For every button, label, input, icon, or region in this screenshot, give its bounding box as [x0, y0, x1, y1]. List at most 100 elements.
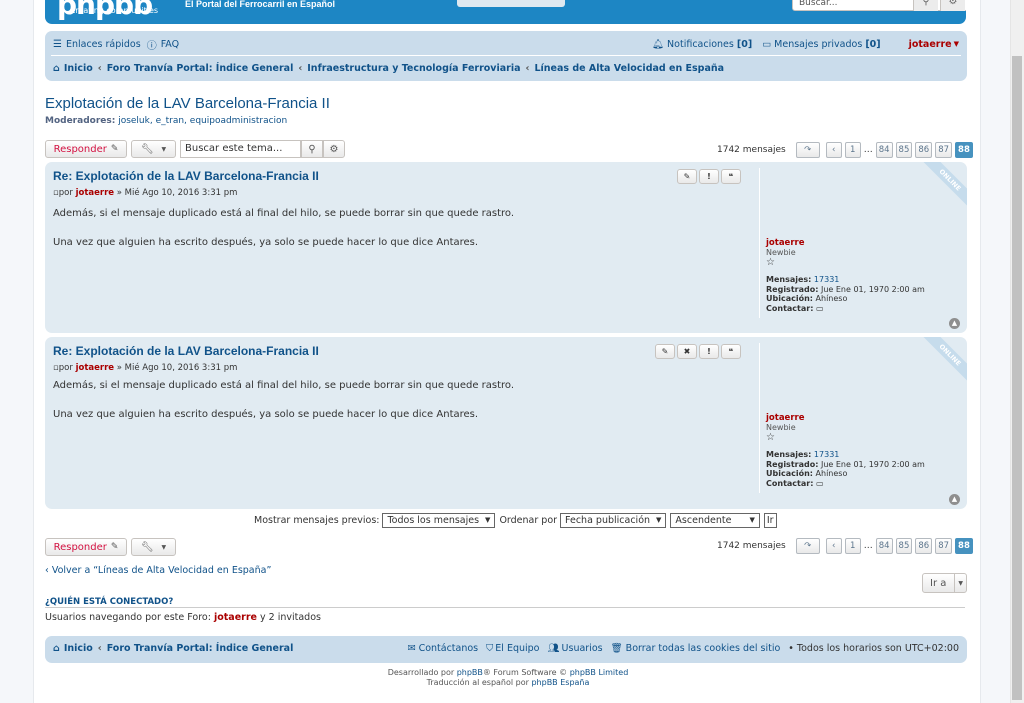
page-link[interactable]: 87 — [935, 142, 953, 158]
crumb-home[interactable]: Inicio — [64, 63, 93, 74]
reply-button[interactable]: Responder ✎ — [45, 140, 127, 158]
online-user[interactable]: jotaerre — [214, 612, 257, 623]
delete-cookies-link[interactable]: 🗑︎ Borrar todas las cookies del sitio — [611, 643, 781, 654]
prev-page-button[interactable]: ‹ — [825, 142, 842, 158]
chevron-left-icon: ‹ — [45, 565, 49, 576]
page-link[interactable]: 87 — [935, 538, 953, 554]
who-is-online-title[interactable]: ¿QUIÉN ESTÁ CONECTADO? — [45, 597, 173, 607]
search-icon[interactable]: ⚲ — [301, 140, 323, 158]
footer-index[interactable]: Foro Tranvía Portal: Índice General — [107, 643, 294, 654]
private-messages-link[interactable]: ▭ Mensajes privados [0] — [762, 39, 880, 50]
page-wrap: phpbb creating communities El Portal del… — [33, 0, 981, 703]
scrollbar-thumb[interactable] — [1012, 56, 1022, 700]
post-author[interactable]: jotaerre — [76, 363, 114, 373]
profile-rank: Newbie — [766, 423, 796, 432]
profile-name[interactable]: jotaerre — [766, 238, 804, 248]
edit-icon[interactable]: ✎ — [655, 344, 675, 359]
topic-tools-button[interactable]: 🔧︎ ▼ — [131, 140, 176, 158]
post-meta: ▫por jotaerre » Mié Ago 10, 2016 3:31 pm — [53, 363, 237, 373]
jump-to-page-icon[interactable]: ↷ — [795, 142, 820, 158]
gear-icon[interactable]: ⚙ — [323, 140, 345, 158]
moderators-list[interactable]: joseluk, e_tran, equipoadministracion — [118, 116, 287, 126]
post-title[interactable]: Re: Explotación de la LAV Barcelona-Fran… — [53, 169, 319, 183]
search-icon[interactable]: ⚲ — [913, 0, 938, 11]
page-link[interactable]: 86 — [915, 538, 933, 554]
jump-to-dropdown[interactable]: Ir a ▼ — [922, 573, 967, 593]
site-search[interactable]: Buscar... ⚲ ⚙ — [792, 0, 966, 11]
page-link[interactable]: 85 — [895, 142, 913, 158]
page-link[interactable]: 85 — [895, 538, 913, 554]
contact-icon[interactable]: ▭ — [816, 304, 824, 313]
footer-home[interactable]: Inicio — [64, 643, 93, 654]
show-label: Mostrar mensajes previos: — [254, 514, 380, 526]
footer-nav: ⌂ Inicio ‹ Foro Tranvía Portal: Índice G… — [45, 636, 967, 663]
delete-icon[interactable]: ✖ — [677, 344, 697, 359]
profile-name[interactable]: jotaerre — [766, 413, 804, 423]
phpbb-limited-link[interactable]: phpBB Limited — [570, 668, 629, 677]
prev-page-button[interactable]: ‹ — [825, 538, 842, 554]
post-body: Además, si el mensaje duplicado está al … — [53, 207, 733, 264]
page-link[interactable]: 84 — [875, 538, 893, 554]
post-title[interactable]: Re: Explotación de la LAV Barcelona-Fran… — [53, 344, 319, 358]
report-icon[interactable]: ! — [699, 344, 719, 359]
search-topic-input[interactable]: Buscar este tema... — [180, 140, 301, 158]
who-is-online: Usuarios navegando por este Foro: jotaer… — [45, 607, 965, 623]
user-menu[interactable]: jotaerre ▼ — [909, 39, 959, 50]
back-to-forum-link[interactable]: ‹ Volver a “Líneas de Alta Velocidad en … — [45, 565, 271, 576]
direction-select[interactable]: Ascendente ▼ — [670, 512, 760, 528]
profile-contact-label: Contactar: — [766, 478, 814, 488]
post-body: Además, si el mensaje duplicado está al … — [53, 379, 733, 436]
reply-button[interactable]: Responder ✎ — [45, 538, 127, 556]
crumb-index[interactable]: Foro Tranvía Portal: Índice General — [107, 63, 294, 74]
profile-posts[interactable]: 17331 — [814, 275, 839, 284]
caret-down-icon: ▼ — [485, 516, 491, 524]
quote-icon[interactable]: ❝ — [721, 344, 741, 359]
site-search-input[interactable]: Buscar... — [799, 0, 838, 8]
topic-title[interactable]: Explotación de la LAV Barcelona-Francia … — [45, 95, 330, 112]
faq-link[interactable]: FAQ — [161, 39, 179, 50]
phpbb-espana-link[interactable]: phpBB España — [531, 678, 589, 687]
pm-label: Mensajes privados — [774, 38, 863, 50]
profile-location-label: Ubicación: — [766, 294, 813, 303]
page-scrollbar[interactable] — [1010, 0, 1024, 703]
chevron-left-icon: ‹ — [525, 62, 530, 74]
page-link[interactable]: 86 — [915, 142, 933, 158]
page-link[interactable]: 1 — [844, 538, 861, 554]
quote-icon[interactable]: ❝ — [721, 169, 741, 184]
users-link[interactable]: 👥︎ Usuarios — [547, 643, 602, 654]
page-link[interactable]: 1 — [844, 142, 861, 158]
notifications-link[interactable]: 🔔︎ Notificaciones [0] — [652, 39, 752, 50]
back-to-top-icon[interactable]: ▲ — [949, 494, 960, 505]
quick-links[interactable]: Enlaces rápidos — [66, 39, 141, 50]
team-link[interactable]: ⛉ El Equipo — [486, 643, 539, 654]
phpbb-link[interactable]: phpBB — [457, 668, 483, 677]
caret-down-icon: ▼ — [161, 543, 167, 551]
username: jotaerre — [908, 38, 952, 50]
back-to-top-icon[interactable]: ▲ — [949, 318, 960, 329]
page-link[interactable]: 84 — [875, 142, 893, 158]
home-icon: ⌂ — [53, 643, 60, 654]
order-select[interactable]: Fecha publicación ▼ — [560, 512, 667, 528]
crumb-category[interactable]: Infraestructura y Tecnología Ferroviaria — [307, 63, 520, 74]
wrench-icon: 🔧︎ — [140, 541, 154, 553]
contact-link[interactable]: ✉ Contáctanos — [408, 643, 479, 654]
post-paragraph: Una vez que alguien ha escrito después, … — [53, 236, 479, 248]
contact-label: Contáctanos — [418, 643, 479, 654]
go-button[interactable]: Ir — [763, 512, 777, 528]
report-icon[interactable]: ! — [699, 169, 719, 184]
profile-posts[interactable]: 17331 — [814, 450, 839, 459]
pencil-icon: ✎ — [110, 144, 119, 154]
reply-label: Responder — [53, 143, 107, 155]
contact-icon[interactable]: ▭ — [816, 479, 824, 488]
gear-icon[interactable]: ⚙ — [940, 0, 965, 11]
post-author[interactable]: jotaerre — [76, 188, 114, 198]
footer-links: ✉ Contáctanos ⛉ El Equipo 👥︎ Usuarios 🗑︎ Bor… — [400, 643, 959, 654]
crumb-forum[interactable]: Líneas de Alta Velocidad en España — [534, 63, 724, 74]
question-icon: ⓘ — [146, 40, 157, 52]
timezone-label: Todos los horarios son UTC+02:00 — [796, 643, 959, 654]
topic-tools-button[interactable]: 🔧︎ ▼ — [131, 538, 176, 556]
edit-icon[interactable]: ✎ — [677, 169, 697, 184]
caret-down-icon: ▼ — [953, 40, 959, 48]
show-select[interactable]: Todos los mensajes ▼ — [382, 512, 496, 528]
jump-to-page-icon[interactable]: ↷ — [795, 538, 820, 554]
